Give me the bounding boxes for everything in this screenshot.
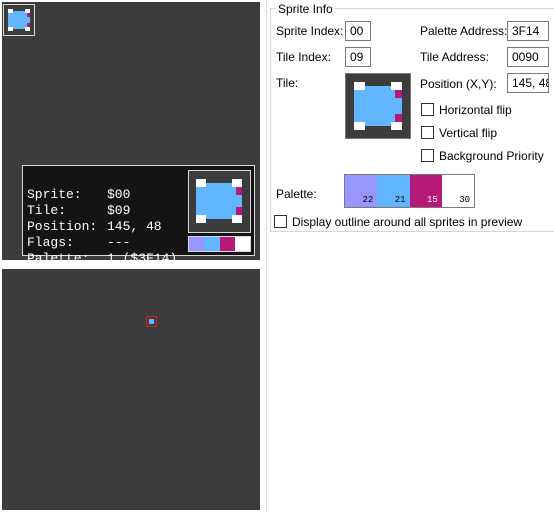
palette-swatch: 21: [377, 175, 410, 207]
sprite-position-marker[interactable]: [146, 316, 157, 327]
display-outline-checkbox[interactable]: [274, 215, 287, 228]
display-outline-label: Display outline around all sprites in pr…: [292, 215, 523, 229]
palette-address-field[interactable]: 3F14: [507, 21, 549, 41]
tile-address-field[interactable]: 0090: [507, 47, 549, 67]
palette-swatch: 15: [409, 175, 442, 207]
tile-index-label: Tile Index:: [276, 50, 331, 64]
horizontal-flip-label: Horizontal flip: [439, 103, 512, 117]
tooltip-tile-preview: [188, 170, 251, 233]
tooltip-palette-swatch: [188, 236, 251, 252]
selected-sprite-thumbnail[interactable]: [3, 4, 35, 36]
tile-preview: [345, 73, 411, 139]
palette-address-label: Palette Address:: [420, 24, 508, 38]
palette-strip: 22 21 15 30: [344, 174, 475, 208]
tile-label: Tile:: [276, 76, 299, 90]
panel-divider: [266, 0, 267, 512]
background-priority-checkbox[interactable]: [421, 149, 434, 162]
palette-swatch: 22: [345, 175, 378, 207]
palette-swatch: 30: [441, 175, 474, 207]
tile-address-label: Tile Address:: [420, 50, 489, 64]
palette-label: Palette:: [276, 187, 317, 201]
vertical-flip-label: Vertical flip: [439, 126, 498, 140]
sprite-preview-panel[interactable]: [2, 269, 260, 510]
background-priority-label: Background Priority: [439, 149, 544, 163]
position-label: Position (X,Y):: [420, 77, 497, 91]
tile-index-field[interactable]: 09: [345, 47, 371, 67]
sprite-thumbnail-image: [4, 5, 34, 35]
sprite-index-label: Sprite Index:: [276, 24, 344, 38]
position-field[interactable]: 145, 48: [507, 73, 549, 93]
vertical-flip-checkbox[interactable]: [421, 126, 434, 139]
sprite-index-field[interactable]: 00: [345, 21, 371, 41]
group-title: Sprite Info: [276, 2, 335, 16]
sprite-info-tooltip: Sprite: $00 Tile: $09 Position: 145, 48 Fla…: [22, 165, 255, 266]
horizontal-flip-checkbox[interactable]: [421, 103, 434, 116]
